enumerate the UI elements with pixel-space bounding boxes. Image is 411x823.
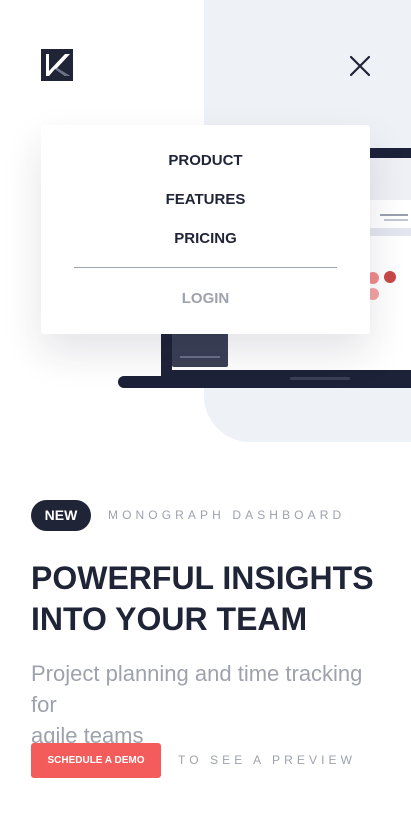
eyebrow-text: MONOGRAPH DASHBOARD [108,508,346,522]
cta-note-text: TO SEE A PREVIEW [178,753,357,767]
menu-item-features[interactable]: FEATURES [41,191,370,208]
headline-line: POWERFUL INSIGHTS [31,560,374,596]
new-badge: NEW [31,500,91,531]
page-subheadline: Project planning and time tracking for a… [31,658,381,751]
schedule-demo-button[interactable]: SCHEDULE A DEMO [31,743,161,778]
laptop-menu-line [384,219,408,221]
laptop-menu-line [380,214,408,216]
laptop-avatar-dot [384,271,396,283]
nav-dropdown-menu: PRODUCT FEATURES PRICING LOGIN [41,125,370,334]
close-icon[interactable] [345,51,375,81]
subheadline-line: Project planning and time tracking for [31,661,363,717]
laptop-base-notch [290,377,350,380]
menu-item-product[interactable]: PRODUCT [41,152,370,169]
laptop-base [118,376,411,388]
menu-item-pricing[interactable]: PRICING [41,230,370,247]
menu-item-login[interactable]: LOGIN [41,290,370,307]
page-headline: POWERFUL INSIGHTS INTO YOUR TEAM [31,558,401,640]
laptop-card-line [180,356,220,358]
menu-divider [74,267,337,268]
laptop-dark-card [172,333,228,367]
logo-k-icon[interactable] [41,49,73,81]
headline-line: INTO YOUR TEAM [31,601,308,637]
